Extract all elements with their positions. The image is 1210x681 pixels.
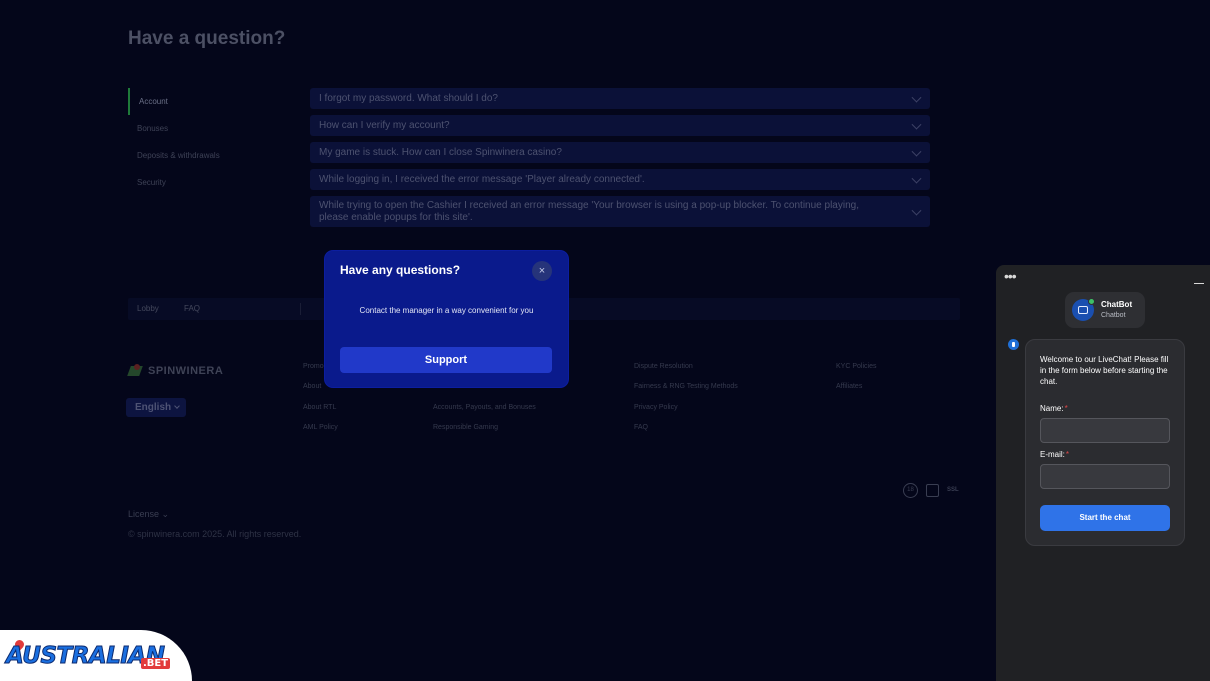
license-label: License	[128, 509, 160, 519]
lock-icon	[926, 484, 939, 497]
support-button[interactable]: Support	[340, 347, 552, 373]
footer-link[interactable]: KYC Policies	[836, 363, 876, 370]
page-title: Have a question?	[128, 28, 286, 49]
name-label-text: Name:	[1040, 404, 1064, 413]
welcome-message: Welcome to our LiveChat! Please fill in …	[1040, 355, 1169, 386]
faq-question[interactable]: While trying to open the Cashier I recei…	[310, 196, 930, 227]
modal-description: Contact the manager in a way convenient …	[359, 306, 534, 315]
livechat-widget: ••• ChatBot Chatbot Welcome to our LiveC…	[996, 265, 1210, 681]
language-label: English	[135, 402, 172, 413]
footer-link[interactable]: Dispute Resolution	[634, 363, 693, 370]
footer-link[interactable]: About RTL	[303, 404, 336, 411]
chevron-down-icon: ⌄	[161, 509, 170, 519]
watermark-suffix: .BET	[141, 658, 171, 669]
nav-faq-link[interactable]: FAQ	[184, 298, 200, 320]
faq-question-text: While logging in, I received the error m…	[319, 173, 645, 185]
modal-title: Have any questions?	[340, 263, 461, 277]
faq-category-deposits[interactable]: Deposits & withdrawals	[128, 142, 298, 169]
faq-category-account[interactable]: Account	[128, 88, 298, 115]
minimize-icon[interactable]	[1194, 283, 1204, 284]
footer-link[interactable]: Privacy Policy	[634, 404, 678, 411]
nav-lobby-link[interactable]: Lobby	[137, 298, 159, 320]
trust-badges: 18 SSL	[903, 483, 959, 498]
faq-category-security[interactable]: Security	[128, 169, 298, 196]
footer-link[interactable]: AML Policy	[303, 424, 338, 431]
faq-question[interactable]: How can I verify my account?	[310, 115, 930, 136]
chevron-down-icon	[911, 92, 922, 103]
logo-text: SPINWINERA	[148, 365, 224, 377]
prechat-form: Welcome to our LiveChat! Please fill in …	[1025, 339, 1185, 546]
chatbot-name: ChatBot	[1101, 300, 1133, 309]
faq-question-list: I forgot my password. What should I do? …	[310, 88, 930, 233]
faq-question[interactable]: While logging in, I received the error m…	[310, 169, 930, 190]
chevron-down-icon	[911, 205, 922, 216]
footer-link[interactable]: Accounts, Payouts, and Bonuses	[433, 404, 536, 411]
faq-question-text: How can I verify my account?	[319, 119, 450, 131]
footer-link[interactable]: Affiliates	[836, 383, 862, 390]
footer-link[interactable]: Fairness & RNG Testing Methods	[634, 383, 738, 390]
chevron-down-icon	[911, 119, 922, 130]
footer-link[interactable]: FAQ	[634, 424, 648, 431]
logo-icon	[128, 363, 144, 379]
required-mark: *	[1064, 404, 1068, 413]
email-field[interactable]	[1040, 464, 1170, 489]
email-label-text: E-mail:	[1040, 450, 1065, 459]
chevron-down-icon	[174, 403, 180, 409]
faq-question-text: While trying to open the Cashier I recei…	[319, 199, 859, 223]
language-select[interactable]: English	[126, 398, 186, 417]
footer-link[interactable]: About	[303, 383, 321, 390]
ssl-badge: SSL	[947, 487, 959, 493]
site-logo[interactable]: SPINWINERA	[128, 363, 223, 379]
footer-link[interactable]: Promo	[303, 363, 324, 370]
faq-question-text: I forgot my password. What should I do?	[319, 92, 498, 104]
faq-question[interactable]: My game is stuck. How can I close Spinwi…	[310, 142, 930, 163]
system-message-icon	[1008, 339, 1019, 350]
faq-category-bonuses[interactable]: Bonuses	[128, 115, 298, 142]
faq-question-text: My game is stuck. How can I close Spinwi…	[319, 146, 562, 158]
faq-question[interactable]: I forgot my password. What should I do?	[310, 88, 930, 109]
chatbot-header: ChatBot Chatbot	[1065, 292, 1145, 328]
license-toggle[interactable]: License ⌄	[128, 509, 169, 520]
name-label: Name:*	[1040, 404, 1068, 413]
chevron-down-icon	[911, 173, 922, 184]
age-18-badge-icon: 18	[903, 483, 918, 498]
chatbot-icon	[1078, 306, 1088, 314]
email-label: E-mail:*	[1040, 450, 1069, 459]
copyright-text: © spinwinera.com 2025. All rights reserv…	[128, 529, 302, 539]
required-mark: *	[1065, 450, 1070, 459]
nav-divider	[300, 303, 301, 315]
more-options-icon[interactable]: •••	[1004, 269, 1017, 283]
questions-modal: Have any questions? × Contact the manage…	[325, 251, 568, 387]
name-field[interactable]	[1040, 418, 1170, 443]
australian-bet-watermark: AUSTRALIAN .BET	[0, 630, 192, 681]
avatar	[1072, 298, 1095, 321]
chevron-down-icon	[911, 146, 922, 157]
online-status-icon	[1088, 298, 1095, 305]
footer-link[interactable]: Responsible Gaming	[433, 424, 498, 431]
close-icon[interactable]: ×	[532, 261, 552, 281]
start-chat-button[interactable]: Start the chat	[1040, 505, 1170, 531]
chatbot-subtitle: Chatbot	[1101, 312, 1126, 319]
faq-category-list: Account Bonuses Deposits & withdrawals S…	[128, 88, 298, 196]
